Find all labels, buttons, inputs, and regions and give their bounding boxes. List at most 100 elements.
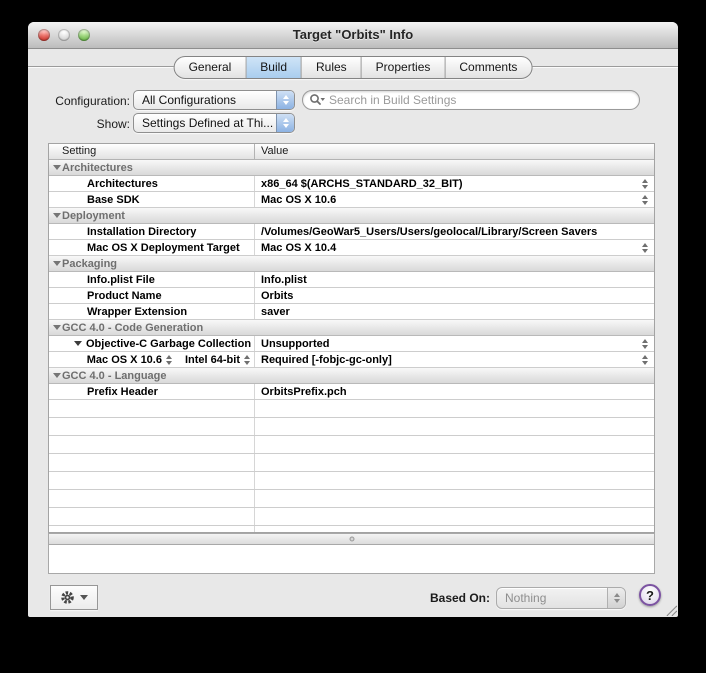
build-settings-table: Setting Value Architectures Architectures…: [48, 143, 655, 533]
action-gear-button[interactable]: [50, 585, 98, 610]
setting-value: x86_64 $(ARCHS_STANDARD_32_BIT): [261, 177, 463, 190]
search-field[interactable]: [302, 90, 640, 110]
disclosure-triangle-icon[interactable]: [74, 341, 82, 346]
setting-value-cell[interactable]: saver: [255, 304, 654, 319]
group-row-packaging[interactable]: Packaging: [49, 256, 654, 272]
search-input[interactable]: [325, 93, 631, 107]
setting-row-info-plist-file[interactable]: Info.plist File Info.plist: [49, 272, 654, 288]
condition-popup-mac-os-x-10-6[interactable]: Mac OS X 10.6: [87, 354, 174, 366]
tab-rules[interactable]: Rules: [302, 57, 362, 78]
resize-grip-icon[interactable]: [664, 603, 677, 616]
search-icon[interactable]: [309, 93, 325, 107]
show-label: Show:: [96, 117, 130, 131]
empty-row[interactable]: [49, 436, 654, 454]
empty-value-cell: [255, 400, 654, 417]
setting-value-cell[interactable]: Info.plist: [255, 272, 654, 287]
condition-popup-value: Mac OS X 10.6: [86, 353, 162, 366]
configuration-popup[interactable]: All Configurations: [133, 90, 295, 110]
show-popup[interactable]: Settings Defined at Thi...: [133, 113, 295, 133]
group-row-architectures[interactable]: Architectures: [49, 160, 654, 176]
disclosure-triangle-icon[interactable]: [53, 261, 61, 266]
setting-row-base-sdk[interactable]: Base SDK Mac OS X 10.6: [49, 192, 654, 208]
condition-popup-value: Intel 64-bit: [184, 353, 240, 366]
empty-value-cell: [255, 526, 654, 532]
setting-value: saver: [261, 305, 290, 318]
condition-row[interactable]: Mac OS X 10.6 Intel 64-bit Required [-fobj…: [49, 352, 654, 368]
tab-properties[interactable]: Properties: [362, 57, 446, 78]
setting-name-cell[interactable]: Product Name: [49, 288, 255, 303]
setting-row-objective-c-garbage-collection[interactable]: Objective-C Garbage Collection Unsupporte…: [49, 336, 654, 352]
group-row-gcc-4-0-code-generation[interactable]: GCC 4.0 - Code Generation: [49, 320, 654, 336]
setting-row-wrapper-extension[interactable]: Wrapper Extension saver: [49, 304, 654, 320]
setting-value-cell[interactable]: /Volumes/GeoWar5_Users/Users/geolocal/Li…: [255, 224, 654, 239]
tab-build[interactable]: Build: [246, 57, 302, 78]
setting-row-mac-os-x-deployment-target[interactable]: Mac OS X Deployment Target Mac OS X 10.4: [49, 240, 654, 256]
empty-row[interactable]: [49, 526, 654, 532]
value-column-header[interactable]: Value: [255, 144, 654, 159]
empty-row[interactable]: [49, 508, 654, 526]
setting-name-cell[interactable]: Wrapper Extension: [49, 304, 255, 319]
setting-name-cell[interactable]: Mac OS X Deployment Target: [49, 240, 255, 255]
setting-name: Wrapper Extension: [87, 305, 188, 318]
value-stepper-icon[interactable]: [640, 354, 650, 365]
group-row-deployment[interactable]: Deployment: [49, 208, 654, 224]
condition-cell[interactable]: Mac OS X 10.6 Intel 64-bit: [49, 352, 255, 367]
setting-value-cell[interactable]: Mac OS X 10.6: [255, 192, 654, 207]
setting-name-cell[interactable]: Info.plist File: [49, 272, 255, 287]
tab-comments[interactable]: Comments: [445, 57, 531, 78]
disclosure-triangle-icon[interactable]: [53, 373, 61, 378]
splitter-bar[interactable]: [48, 533, 655, 545]
setting-name: Objective-C Garbage Collection: [86, 337, 252, 350]
setting-value-cell[interactable]: Mac OS X 10.4: [255, 240, 654, 255]
setting-name-cell[interactable]: Prefix Header: [49, 384, 255, 399]
disclosure-triangle-icon[interactable]: [53, 165, 61, 170]
value-stepper-icon[interactable]: [640, 178, 650, 189]
setting-name-cell[interactable]: Installation Directory: [49, 224, 255, 239]
disclosure-triangle-icon[interactable]: [53, 213, 61, 218]
empty-setting-cell: [49, 508, 255, 525]
setting-row-product-name[interactable]: Product Name Orbits: [49, 288, 654, 304]
value-stepper-icon[interactable]: [640, 242, 650, 253]
group-row-gcc-4-0-language[interactable]: GCC 4.0 - Language: [49, 368, 654, 384]
splitter-handle-icon[interactable]: [349, 536, 354, 542]
group-label: GCC 4.0 - Language: [62, 369, 167, 382]
setting-value: Mac OS X 10.6: [261, 193, 337, 206]
disclosure-triangle-icon[interactable]: [53, 325, 61, 330]
based-on-popup[interactable]: Nothing: [496, 587, 626, 609]
empty-row[interactable]: [49, 490, 654, 508]
value-stepper-icon[interactable]: [164, 354, 174, 365]
setting-value-cell[interactable]: Orbits: [255, 288, 654, 303]
setting-row-installation-directory[interactable]: Installation Directory/Volumes/GeoWar5_U…: [49, 224, 654, 240]
empty-row[interactable]: [49, 418, 654, 436]
setting-name-cell[interactable]: Objective-C Garbage Collection: [49, 336, 255, 351]
empty-value-cell: [255, 436, 654, 453]
setting-value: Required [-fobjc-gc-only]: [261, 353, 392, 366]
setting-value-cell[interactable]: Unsupported: [255, 336, 654, 351]
setting-column-header[interactable]: Setting: [49, 144, 255, 159]
condition-popup-intel-64-bit[interactable]: Intel 64-bit: [185, 354, 252, 366]
popup-arrows-icon: [607, 588, 625, 608]
setting-row-prefix-header[interactable]: Prefix Header OrbitsPrefix.pch: [49, 384, 654, 400]
setting-value-cell[interactable]: x86_64 $(ARCHS_STANDARD_32_BIT): [255, 176, 654, 191]
value-stepper-icon[interactable]: [640, 194, 650, 205]
setting-value-cell[interactable]: OrbitsPrefix.pch: [255, 384, 654, 399]
setting-name-cell[interactable]: Base SDK: [49, 192, 255, 207]
setting-value: Unsupported: [261, 337, 330, 350]
empty-row[interactable]: [49, 454, 654, 472]
tab-general[interactable]: General: [175, 57, 247, 78]
setting-value: /Volumes/GeoWar5_Users/Users/geolocal/Li…: [261, 225, 598, 238]
setting-name-cell[interactable]: Architectures: [49, 176, 255, 191]
setting-row-architectures[interactable]: Architectures x86_64 $(ARCHS_STANDARD_32_…: [49, 176, 654, 192]
setting-description-pane: [48, 545, 655, 574]
help-button[interactable]: ?: [639, 584, 661, 606]
configuration-label: Configuration:: [55, 94, 130, 108]
empty-value-cell: [255, 418, 654, 435]
value-stepper-icon[interactable]: [640, 338, 650, 349]
setting-name: Product Name: [87, 289, 162, 302]
value-stepper-icon[interactable]: [242, 354, 252, 365]
setting-value-cell[interactable]: Required [-fobjc-gc-only]: [255, 352, 654, 367]
empty-row[interactable]: [49, 472, 654, 490]
empty-row[interactable]: [49, 400, 654, 418]
empty-setting-cell: [49, 400, 255, 417]
title-bar[interactable]: Target "Orbits" Info: [28, 22, 678, 49]
